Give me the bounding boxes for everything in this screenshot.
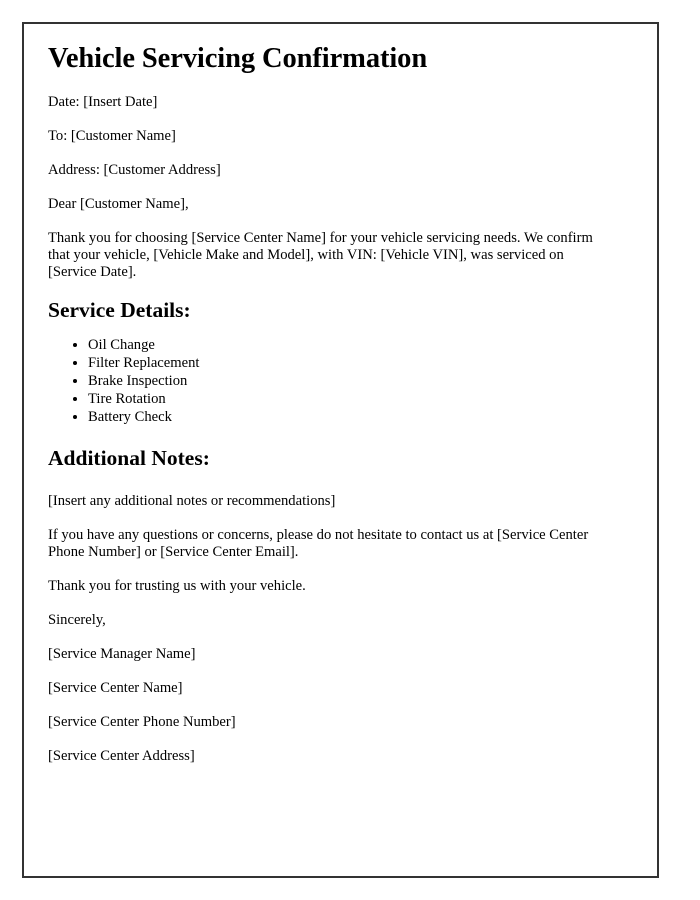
contact-paragraph: If you have any questions or concerns, p… [48,527,589,561]
document-page: Vehicle Servicing Confirmation Date: [In… [22,22,659,878]
additional-notes-placeholder: [Insert any additional notes or recommen… [48,493,336,510]
list-item: Filter Replacement [88,354,600,372]
list-item: Oil Change [88,336,600,354]
recipient-line: To: [Customer Name] [48,127,176,144]
list-item: Brake Inspection [88,372,600,390]
list-item: Battery Check [88,408,600,426]
signature-center-address: [Service Center Address] [48,748,195,765]
list-item: Tire Rotation [88,390,600,408]
closing-thanks-paragraph: Thank you for trusting us with your vehi… [48,578,306,595]
page-title: Vehicle Servicing Confirmation [48,43,428,74]
signature-center-phone: [Service Center Phone Number] [48,714,236,731]
signature-center-name: [Service Center Name] [48,680,183,697]
additional-notes-heading: Additional Notes: [48,446,210,471]
sign-off-line: Sincerely, [48,612,106,629]
service-details-list: Oil Change Filter Replacement Brake Insp… [48,336,600,426]
document-content: Vehicle Servicing Confirmation Date: [In… [48,42,600,782]
date-line: Date: [Insert Date] [48,93,158,110]
signature-manager-name: [Service Manager Name] [48,646,196,663]
address-line: Address: [Customer Address] [48,161,221,178]
salutation-line: Dear [Customer Name], [48,195,189,212]
service-details-heading: Service Details: [48,297,191,322]
intro-paragraph: Thank you for choosing [Service Center N… [48,229,593,280]
